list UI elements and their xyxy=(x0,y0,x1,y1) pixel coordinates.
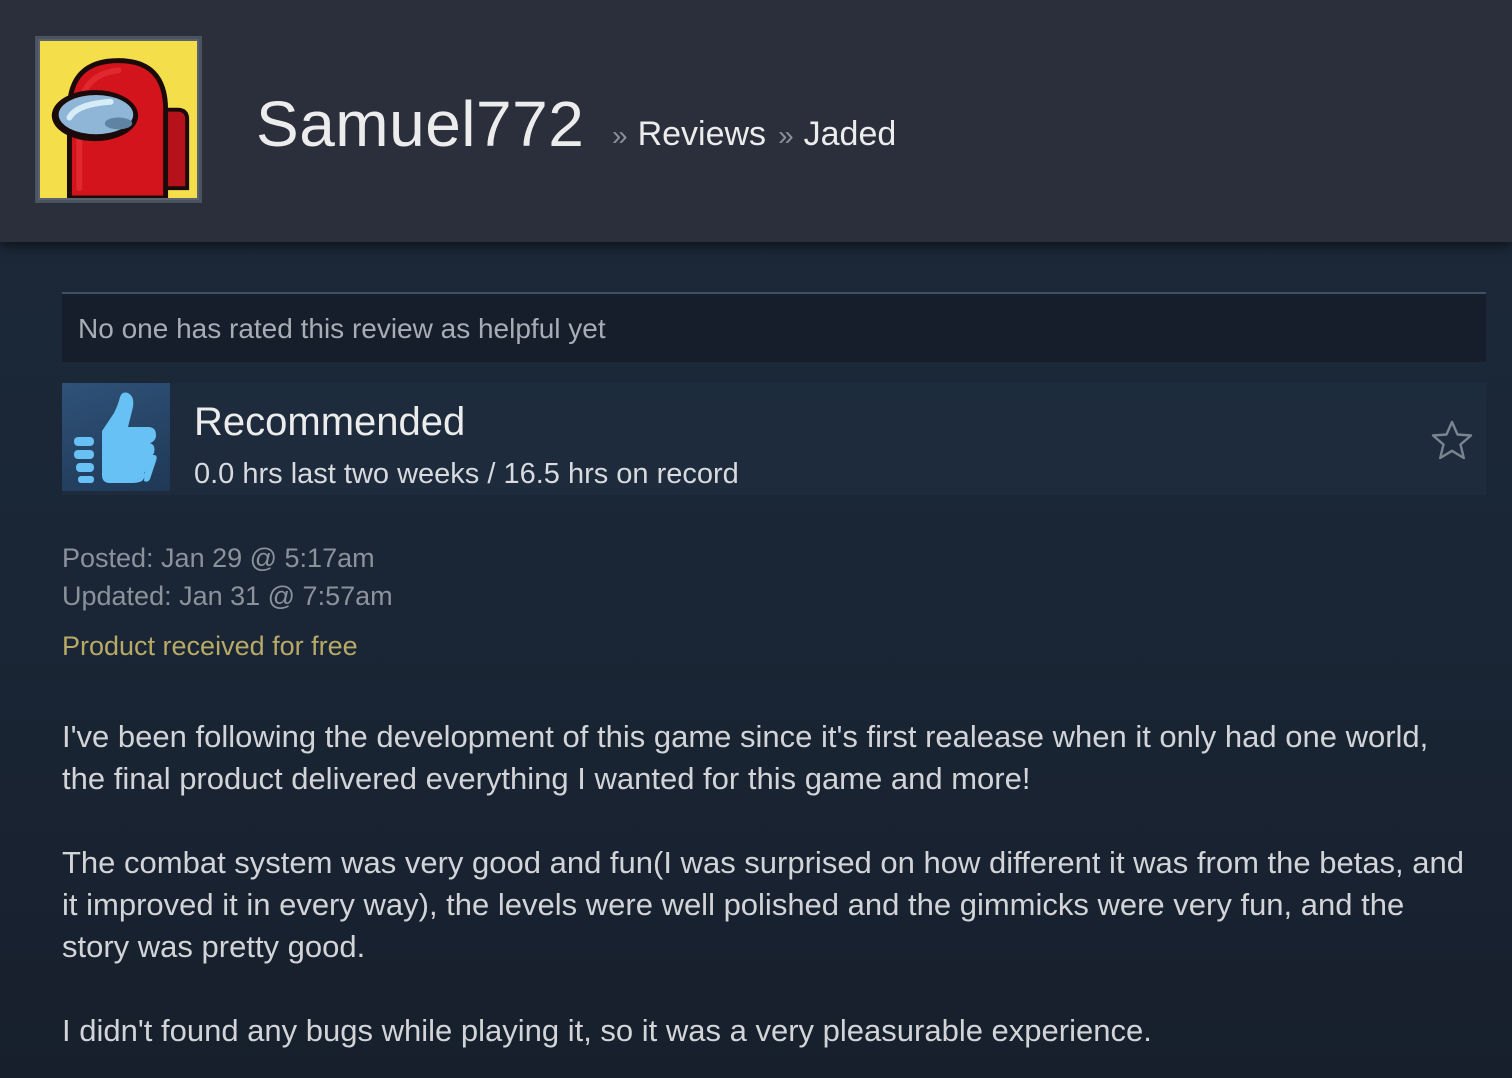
review-paragraph: The combat system was very good and fun(… xyxy=(62,845,1465,964)
breadcrumb-reviews[interactable]: Reviews xyxy=(638,115,766,153)
thumbs-up-icon xyxy=(62,383,170,491)
crewmate-avatar-icon xyxy=(40,41,197,198)
breadcrumb-game[interactable]: Jaded xyxy=(804,115,897,153)
updated-date: Updated: Jan 31 @ 7:57am xyxy=(62,581,393,611)
review-verdict: Recommended 0.0 hrs last two weeks / 16.… xyxy=(62,383,1486,495)
verdict-title: Recommended xyxy=(194,400,466,444)
profile-header: Samuel772 » Reviews » Jaded xyxy=(0,0,1512,242)
persona-name[interactable]: Samuel772 xyxy=(256,88,584,160)
award-star-icon[interactable] xyxy=(1430,419,1474,461)
playtime-hours: 0.0 hrs last two weeks / 16.5 hrs on rec… xyxy=(194,458,739,490)
review-body: I've been following the development of t… xyxy=(62,716,1472,1078)
review-paragraph: I didn't found any bugs while playing it… xyxy=(62,1013,1152,1048)
posted-date: Posted: Jan 29 @ 5:17am xyxy=(62,543,375,573)
review-paragraph: I've been following the development of t… xyxy=(62,719,1429,796)
review-page: Samuel772 » Reviews » Jaded No one has rate… xyxy=(0,0,1512,1078)
helpful-bar: No one has rated this review as helpful … xyxy=(62,292,1486,362)
avatar[interactable] xyxy=(35,36,202,203)
helpful-text: No one has rated this review as helpful … xyxy=(78,313,606,344)
breadcrumb-separator: » xyxy=(778,120,794,151)
breadcrumb-separator: » xyxy=(612,120,628,151)
avatar-image xyxy=(40,41,197,198)
received-for-free-label: Product received for free xyxy=(62,631,358,661)
breadcrumb: » Reviews » Jaded xyxy=(606,112,896,158)
